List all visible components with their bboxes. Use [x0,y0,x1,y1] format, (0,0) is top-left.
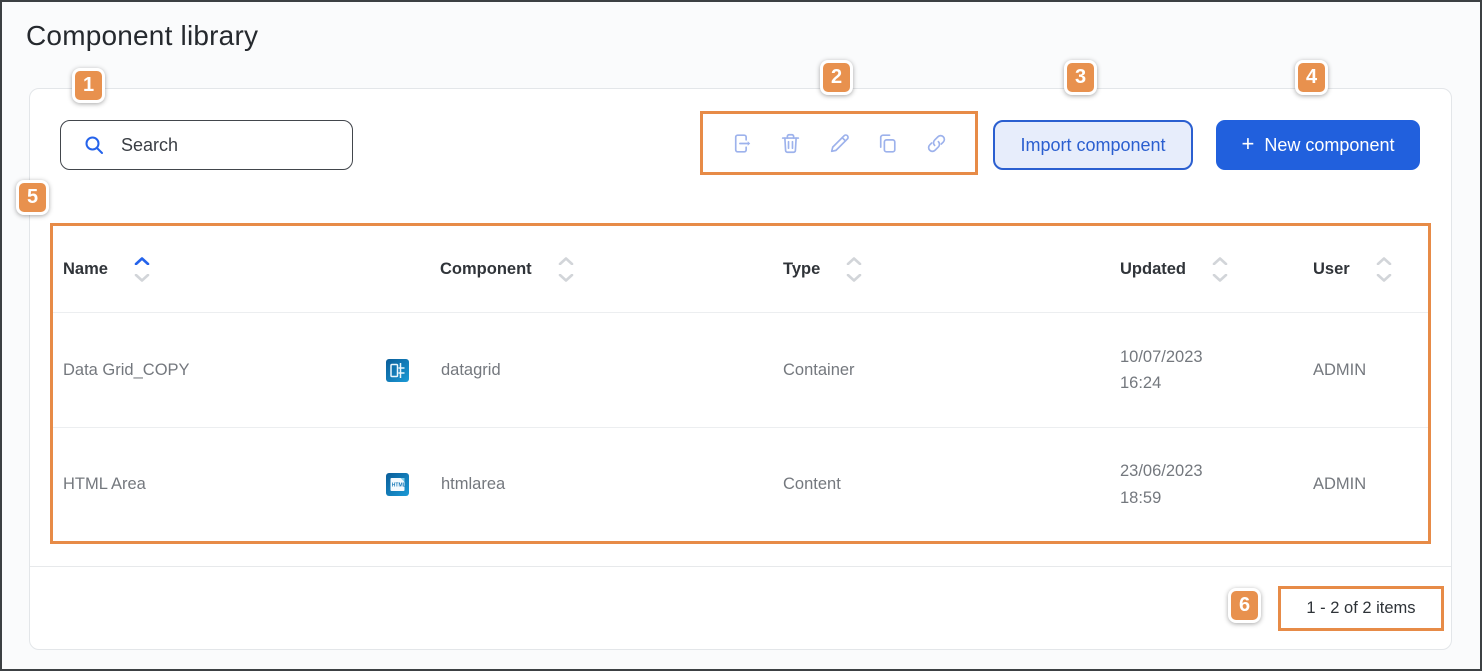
table-row[interactable]: Data Grid_COPY [53,313,1428,427]
column-header-user[interactable]: User [1313,257,1428,282]
copy-icon[interactable] [875,130,901,156]
sort-asc-icon [846,257,862,265]
edit-icon[interactable] [826,130,852,156]
annotation-badge-3: 3 [1064,60,1097,95]
pagination-range: 1 - 2 of 2 items [1278,586,1444,631]
annotation-badge-6: 6 [1228,588,1261,623]
column-header-name[interactable]: Name [53,257,373,282]
page-title: Component library [26,20,258,52]
footer-divider [30,566,1451,567]
app-window: Component library [0,0,1482,671]
table-row[interactable]: HTML Area HTML htmlarea [53,427,1428,541]
cell-user: ADMIN [1313,361,1428,380]
sort-asc-icon [558,257,574,265]
cell-name: HTML Area [53,475,373,494]
updated-time: 16:24 [1120,370,1313,396]
sort-asc-icon [1376,257,1392,265]
cell-updated: 10/07/2023 16:24 [1120,344,1313,397]
updated-date: 23/06/2023 [1120,458,1313,484]
cell-component-label: datagrid [441,361,501,380]
cell-component: datagrid [373,359,773,382]
annotation-badge-1: 1 [72,68,105,103]
sort-control-type[interactable] [846,257,862,282]
sort-desc-icon [558,274,574,282]
plus-icon: + [1242,131,1255,157]
svg-text:HTML: HTML [392,483,406,489]
components-table: Name Component Type [50,223,1431,544]
new-component-button[interactable]: + New component [1216,120,1420,170]
column-header-updated[interactable]: Updated [1120,257,1313,282]
htmlarea-icon: HTML [386,473,409,496]
delete-icon[interactable] [778,130,804,156]
updated-date: 10/07/2023 [1120,344,1313,370]
sort-desc-icon [1376,274,1392,282]
sort-control-component[interactable] [558,257,574,282]
search-input[interactable] [121,135,321,156]
sort-asc-icon [134,257,150,265]
cell-type: Container [773,361,1120,380]
link-icon[interactable] [923,130,949,156]
annotation-badge-2: 2 [820,60,853,95]
annotation-badge-5: 5 [16,180,49,215]
import-component-button[interactable]: Import component [993,120,1193,170]
component-library-panel: Import component + New component Name Co… [29,88,1452,650]
sort-asc-icon [1212,257,1228,265]
table-header-row: Name Component Type [53,226,1428,313]
cell-type: Content [773,475,1120,494]
cell-name: Data Grid_COPY [53,361,373,380]
sort-desc-icon [134,274,150,282]
search-icon [83,134,105,156]
search-box[interactable] [60,120,353,170]
cell-component: HTML htmlarea [373,473,773,496]
cell-component-label: htmlarea [441,475,505,494]
pagination-range-label: 1 - 2 of 2 items [1306,599,1415,618]
column-header-component[interactable]: Component [373,257,773,282]
column-header-type[interactable]: Type [773,257,1120,282]
sort-control-name[interactable] [134,257,150,282]
sort-control-updated[interactable] [1212,257,1228,282]
cell-updated: 23/06/2023 18:59 [1120,458,1313,511]
updated-time: 18:59 [1120,485,1313,511]
sort-desc-icon [1212,274,1228,282]
sort-control-user[interactable] [1376,257,1392,282]
sort-desc-icon [846,274,862,282]
annotation-badge-4: 4 [1295,60,1328,95]
new-component-label: New component [1264,135,1394,156]
cell-user: ADMIN [1313,475,1428,494]
datagrid-icon [386,359,409,382]
row-actions-toolbar [700,111,978,175]
export-icon[interactable] [729,130,755,156]
